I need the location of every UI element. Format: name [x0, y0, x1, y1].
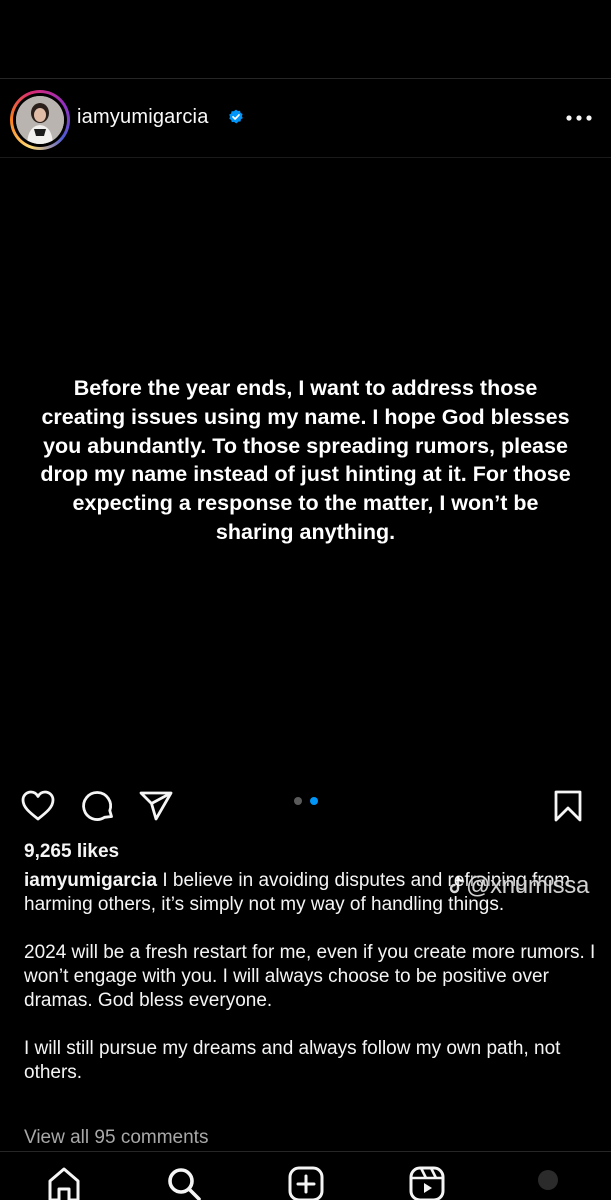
caption-paragraph: 2024 will be a fresh restart for me, eve… [24, 942, 596, 1011]
bottom-nav [0, 1152, 611, 1200]
send-icon[interactable] [138, 788, 174, 824]
carousel-dot-active [310, 797, 318, 805]
search-icon[interactable] [164, 1164, 204, 1200]
bookmark-icon[interactable] [550, 788, 586, 824]
status-area [0, 0, 611, 78]
avatar-image [16, 96, 64, 144]
post-image[interactable]: Before the year ends, I want to address … [0, 158, 611, 770]
caption-username[interactable]: iamyumigarcia [24, 870, 157, 891]
watermark: @xnumissa [448, 872, 589, 900]
home-icon[interactable] [44, 1164, 84, 1200]
divider [0, 78, 611, 79]
likes-count[interactable]: 9,265 likes [24, 841, 119, 863]
create-icon[interactable] [286, 1164, 326, 1200]
reels-icon[interactable] [407, 1164, 447, 1200]
heart-icon[interactable] [20, 788, 56, 824]
avatar[interactable] [10, 90, 70, 150]
profile-avatar[interactable] [528, 1160, 568, 1200]
tiktok-icon [449, 875, 465, 894]
post-image-text: Before the year ends, I want to address … [40, 376, 571, 544]
view-comments-link[interactable]: View all 95 comments [24, 1127, 208, 1149]
post-header: iamyumigarcia [0, 80, 611, 158]
carousel-dot [294, 797, 302, 805]
comment-icon[interactable] [80, 788, 116, 824]
caption-paragraph: I will still pursue my dreams and always… [24, 1038, 561, 1083]
verified-badge-icon [229, 109, 243, 124]
carousel-indicator [292, 797, 322, 807]
caption: iamyumigarcia I believe in avoiding disp… [24, 869, 599, 1085]
watermark-handle: @xnumissa [466, 872, 590, 899]
post-username[interactable]: iamyumigarcia [77, 106, 209, 129]
more-options-icon[interactable] [562, 106, 596, 130]
